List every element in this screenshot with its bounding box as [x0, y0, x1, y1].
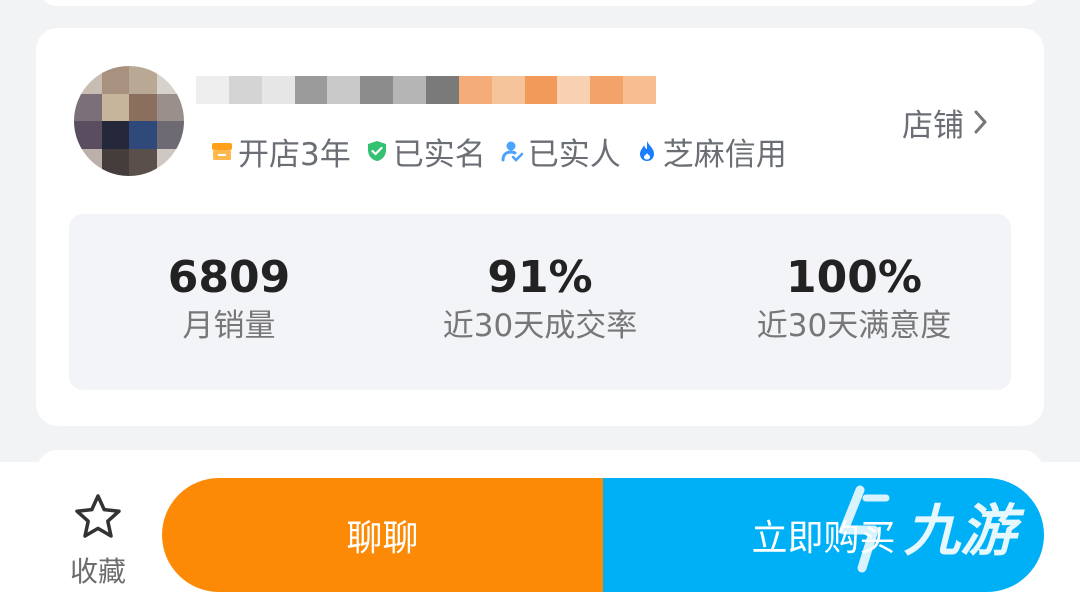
chevron-right-icon	[974, 110, 987, 134]
shop-badges: 开店3年 已实名 已实人 芝麻信用	[210, 128, 787, 174]
stat-satisfaction: 100% 近30天满意度	[694, 252, 1014, 346]
chat-button-label: 聊聊	[346, 518, 419, 559]
stat-satisfaction-value: 100%	[786, 252, 922, 303]
previous-card	[36, 0, 1044, 6]
stat-monthly-sales: 6809 月销量	[69, 252, 389, 346]
shop-name-blurred	[196, 68, 657, 112]
badge-verified-person: 已实人	[500, 129, 621, 174]
shop-avatar[interactable]	[74, 66, 184, 176]
star-icon	[75, 494, 121, 538]
stat-deal-rate: 91% 近30天成交率	[380, 252, 700, 346]
badge-verified-name: 已实名	[365, 129, 486, 174]
stat-monthly-sales-label: 月销量	[182, 308, 276, 344]
badge-verified-name-label: 已实名	[392, 136, 486, 173]
badge-shop-age-label: 开店3年	[238, 136, 351, 173]
store-link[interactable]: 店铺	[902, 100, 990, 144]
bottom-action-bar: 收藏 聊聊 立即购买	[0, 462, 1080, 607]
badge-zhima-credit: 芝麻信用	[635, 129, 787, 174]
badge-verified-person-label: 已实人	[527, 136, 621, 173]
badge-zhima-credit-label: 芝麻信用	[662, 136, 787, 173]
stat-deal-rate-label: 近30天成交率	[442, 308, 638, 344]
chat-button[interactable]: 聊聊	[162, 478, 603, 592]
shop-icon	[212, 143, 232, 160]
stat-satisfaction-label: 近30天满意度	[756, 308, 952, 344]
badge-shop-age: 开店3年	[210, 129, 351, 174]
shop-stats: 6809 月销量 91% 近30天成交率 100% 近30天满意度	[69, 214, 1011, 390]
person-check-icon	[501, 141, 524, 162]
favorite-label: 收藏	[69, 555, 126, 588]
stat-monthly-sales-value: 6809	[167, 252, 291, 303]
flame-icon	[639, 141, 654, 161]
favorite-button[interactable]: 收藏	[58, 492, 138, 590]
buy-now-button-label: 立即购买	[751, 518, 896, 559]
shield-check-icon	[367, 141, 386, 161]
buy-now-button[interactable]: 立即购买	[603, 478, 1044, 592]
store-label: 店铺	[902, 107, 964, 144]
stat-deal-rate-value: 91%	[487, 252, 593, 303]
shop-card: 店铺 开店3年 已实名 已实人 芝麻信用 6809 月销量 91% 近30天成交…	[36, 28, 1044, 426]
